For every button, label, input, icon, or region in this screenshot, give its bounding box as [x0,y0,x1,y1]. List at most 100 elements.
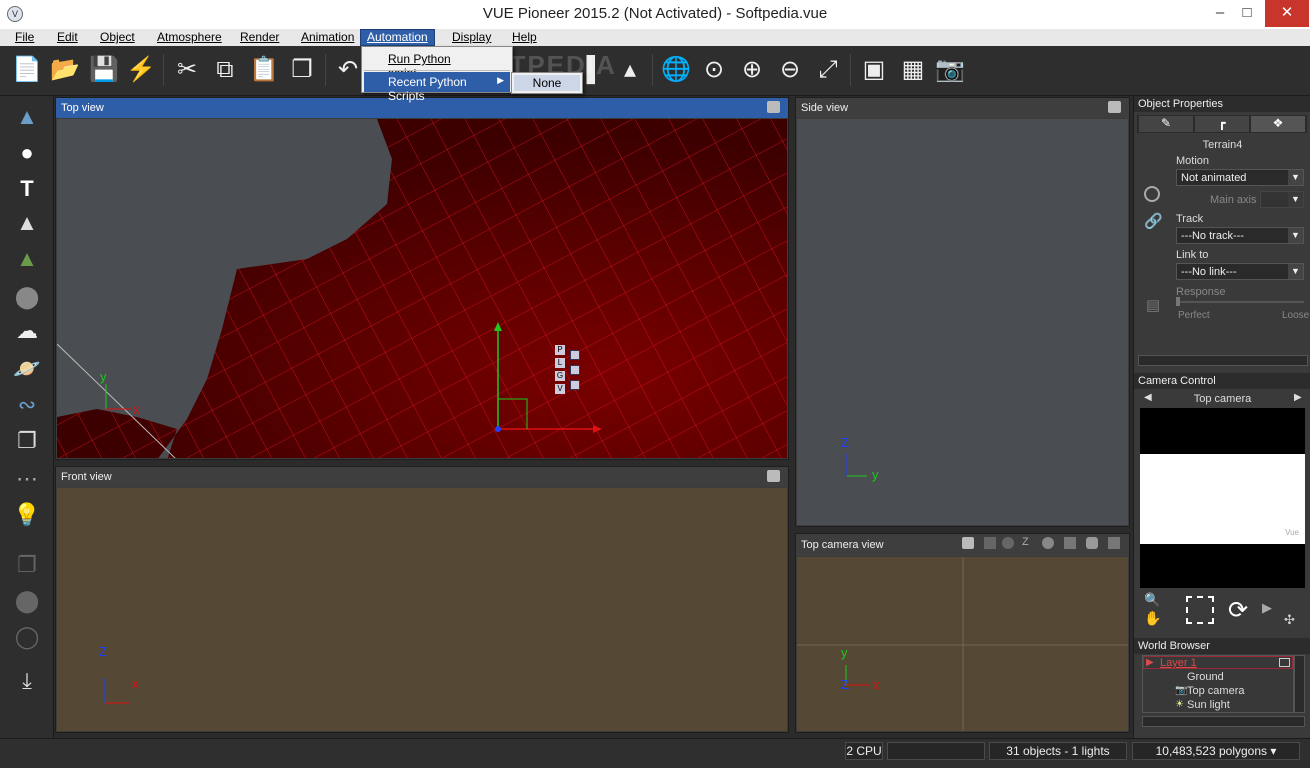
zoom-camera-icon[interactable]: 🔍 [1144,592,1160,608]
play-camera-icon[interactable]: ▶ [1262,600,1272,616]
link-dropdown[interactable]: ---No link--- ▼ [1176,263,1304,280]
fit-view-icon[interactable]: ⤢ [813,55,843,85]
text-icon[interactable]: T [12,174,42,204]
menu-item-recent-python-scripts[interactable]: Recent Python Scripts ▶ [364,72,510,103]
new-file-icon[interactable]: 📄 [12,55,42,85]
response-slider-handle[interactable] [1176,297,1180,306]
gizmo-rotate-icon[interactable] [570,365,580,375]
sphere-icon[interactable]: ● [12,138,42,168]
eraser-icon[interactable] [1086,537,1098,549]
menu-animation[interactable]: Animation [295,30,360,45]
cut-icon[interactable]: ✂ [172,55,202,85]
layer-row[interactable]: ▶ Layer 1 [1143,656,1293,669]
tree-horizontal-scrollbar[interactable] [1142,716,1305,727]
gizmo-button-v[interactable]: V [555,384,565,394]
save-icon[interactable]: 💾 [89,55,119,85]
metablob-icon[interactable]: ◯ [12,622,42,652]
depth-icon[interactable]: Z [1022,536,1029,548]
undo-icon[interactable]: ↶ [333,55,363,85]
zoom-in-icon[interactable]: ⊕ [737,55,767,85]
main-axis-dropdown[interactable]: ▼ [1260,191,1304,208]
render-area-icon[interactable]: ▣ [859,55,889,85]
tree-item-ground[interactable]: Ground [1187,671,1224,683]
tab-numerics-ruler-icon[interactable]: ┏ [1195,116,1249,132]
viewport-camera-icon[interactable] [767,470,780,482]
spline-icon[interactable]: ∾ [12,390,42,420]
y-axis-label: y [841,645,848,660]
terrain-icon[interactable]: ▲ [12,208,42,238]
render-region-icon[interactable]: ▦ [898,55,928,85]
zoom-region-icon[interactable]: ⊙ [699,55,729,85]
maximize-button[interactable]: □ [1225,0,1269,27]
boolean-icon[interactable]: ⬤ [12,586,42,616]
cloud-icon[interactable]: ☁ [12,316,42,346]
rock-icon[interactable]: ⬤ [12,282,42,312]
gizmo-button-p[interactable]: P [555,345,565,355]
tree-item-sun-light[interactable]: Sun light [1187,699,1230,711]
camera-snapshot-icon[interactable]: 📷 [935,55,965,85]
drop-object-icon[interactable]: ⤓ [12,666,42,696]
group-icon[interactable]: ❐ [12,550,42,580]
mirror-icon[interactable]: ▴ [615,55,645,85]
side-viewport[interactable]: Side view Z y [795,97,1130,527]
front-viewport[interactable]: Front view Z x [55,466,789,733]
tree-vertical-scrollbar[interactable] [1294,655,1305,713]
render-mode-icon[interactable] [984,537,996,549]
x-axis-label: x [132,676,139,691]
sphere-mode-icon[interactable] [1042,537,1054,549]
object-library-icon[interactable]: ❐ [12,426,42,456]
polygon-count[interactable]: 10,483,523 polygons ▾ [1132,742,1300,760]
viewport-header: Front view [56,467,788,487]
menu-object[interactable]: Object [94,30,141,45]
camera-path-icon[interactable]: ⋯ [12,464,42,494]
link-icon[interactable]: 🔗 [1144,212,1163,230]
close-button[interactable]: ✕ [1265,0,1309,27]
light-bulb-icon[interactable]: 💡 [12,500,42,530]
paste-icon[interactable]: 📋 [249,55,279,85]
menu-render[interactable]: Render [234,30,285,45]
open-file-icon[interactable]: 📂 [50,55,80,85]
plane-icon[interactable]: ▲ [12,102,42,132]
gizmo-button-g[interactable]: G [555,371,565,381]
orbit-camera-icon[interactable]: ⟳ [1222,596,1254,626]
track-dropdown[interactable]: ---No track--- ▼ [1176,227,1304,244]
menu-file[interactable]: File [9,30,40,45]
menu-edit[interactable]: Edit [51,30,84,45]
next-camera-icon[interactable]: ▶ [1294,392,1302,403]
save-incremental-icon[interactable]: ⚡ [126,55,156,85]
gizmo-button-l[interactable]: L [555,358,565,368]
target-icon[interactable] [1144,186,1160,202]
duplicate-icon[interactable]: ❐ [287,55,317,85]
tab-animation-icon[interactable]: ❖ [1251,116,1305,132]
motion-dropdown[interactable]: Not animated ▼ [1176,169,1304,186]
preview-icon[interactable] [1002,537,1014,549]
tab-aspect-pen-icon[interactable]: ✎ [1139,116,1193,132]
menu-help[interactable]: Help [506,30,543,45]
properties-scrollbar[interactable] [1138,355,1308,366]
pan-hand-icon[interactable]: ✋ [1144,610,1161,627]
frame-camera-icon[interactable] [1186,596,1214,624]
response-slider[interactable] [1176,301,1304,303]
tree-item-top-camera[interactable]: Top camera [1187,685,1244,697]
planet-icon[interactable]: 🪐 [12,354,42,384]
viewport-camera-icon[interactable] [767,101,780,113]
menu-display[interactable]: Display [446,30,497,45]
camera-view-icon[interactable] [962,537,974,549]
tree-icon[interactable]: ▲ [12,244,42,274]
camera-viewport[interactable]: Top camera view Z y Z x [795,533,1130,733]
menu-automation[interactable]: Automation [360,29,435,46]
menu-atmosphere[interactable]: Atmosphere [151,30,228,45]
zoom-out-icon[interactable]: ⊖ [775,55,805,85]
gizmo-scale-icon[interactable] [570,380,580,390]
submenu-item-none[interactable]: None [514,75,580,91]
texture-icon[interactable] [1064,537,1076,549]
copy-icon[interactable]: ⧉ [210,55,240,85]
globe-icon[interactable]: 🌐 [661,55,691,85]
viewport-camera-icon[interactable] [1108,101,1121,113]
gizmo-move-icon[interactable] [570,350,580,360]
save-view-icon[interactable] [1108,537,1120,549]
top-viewport[interactable]: Top view y x P L G V [55,97,789,460]
move-camera-icon[interactable]: ✣ [1284,612,1295,628]
layer-visibility-icon[interactable] [1279,658,1290,667]
menu-item-run-python-script[interactable]: Run Python script... [364,49,510,80]
